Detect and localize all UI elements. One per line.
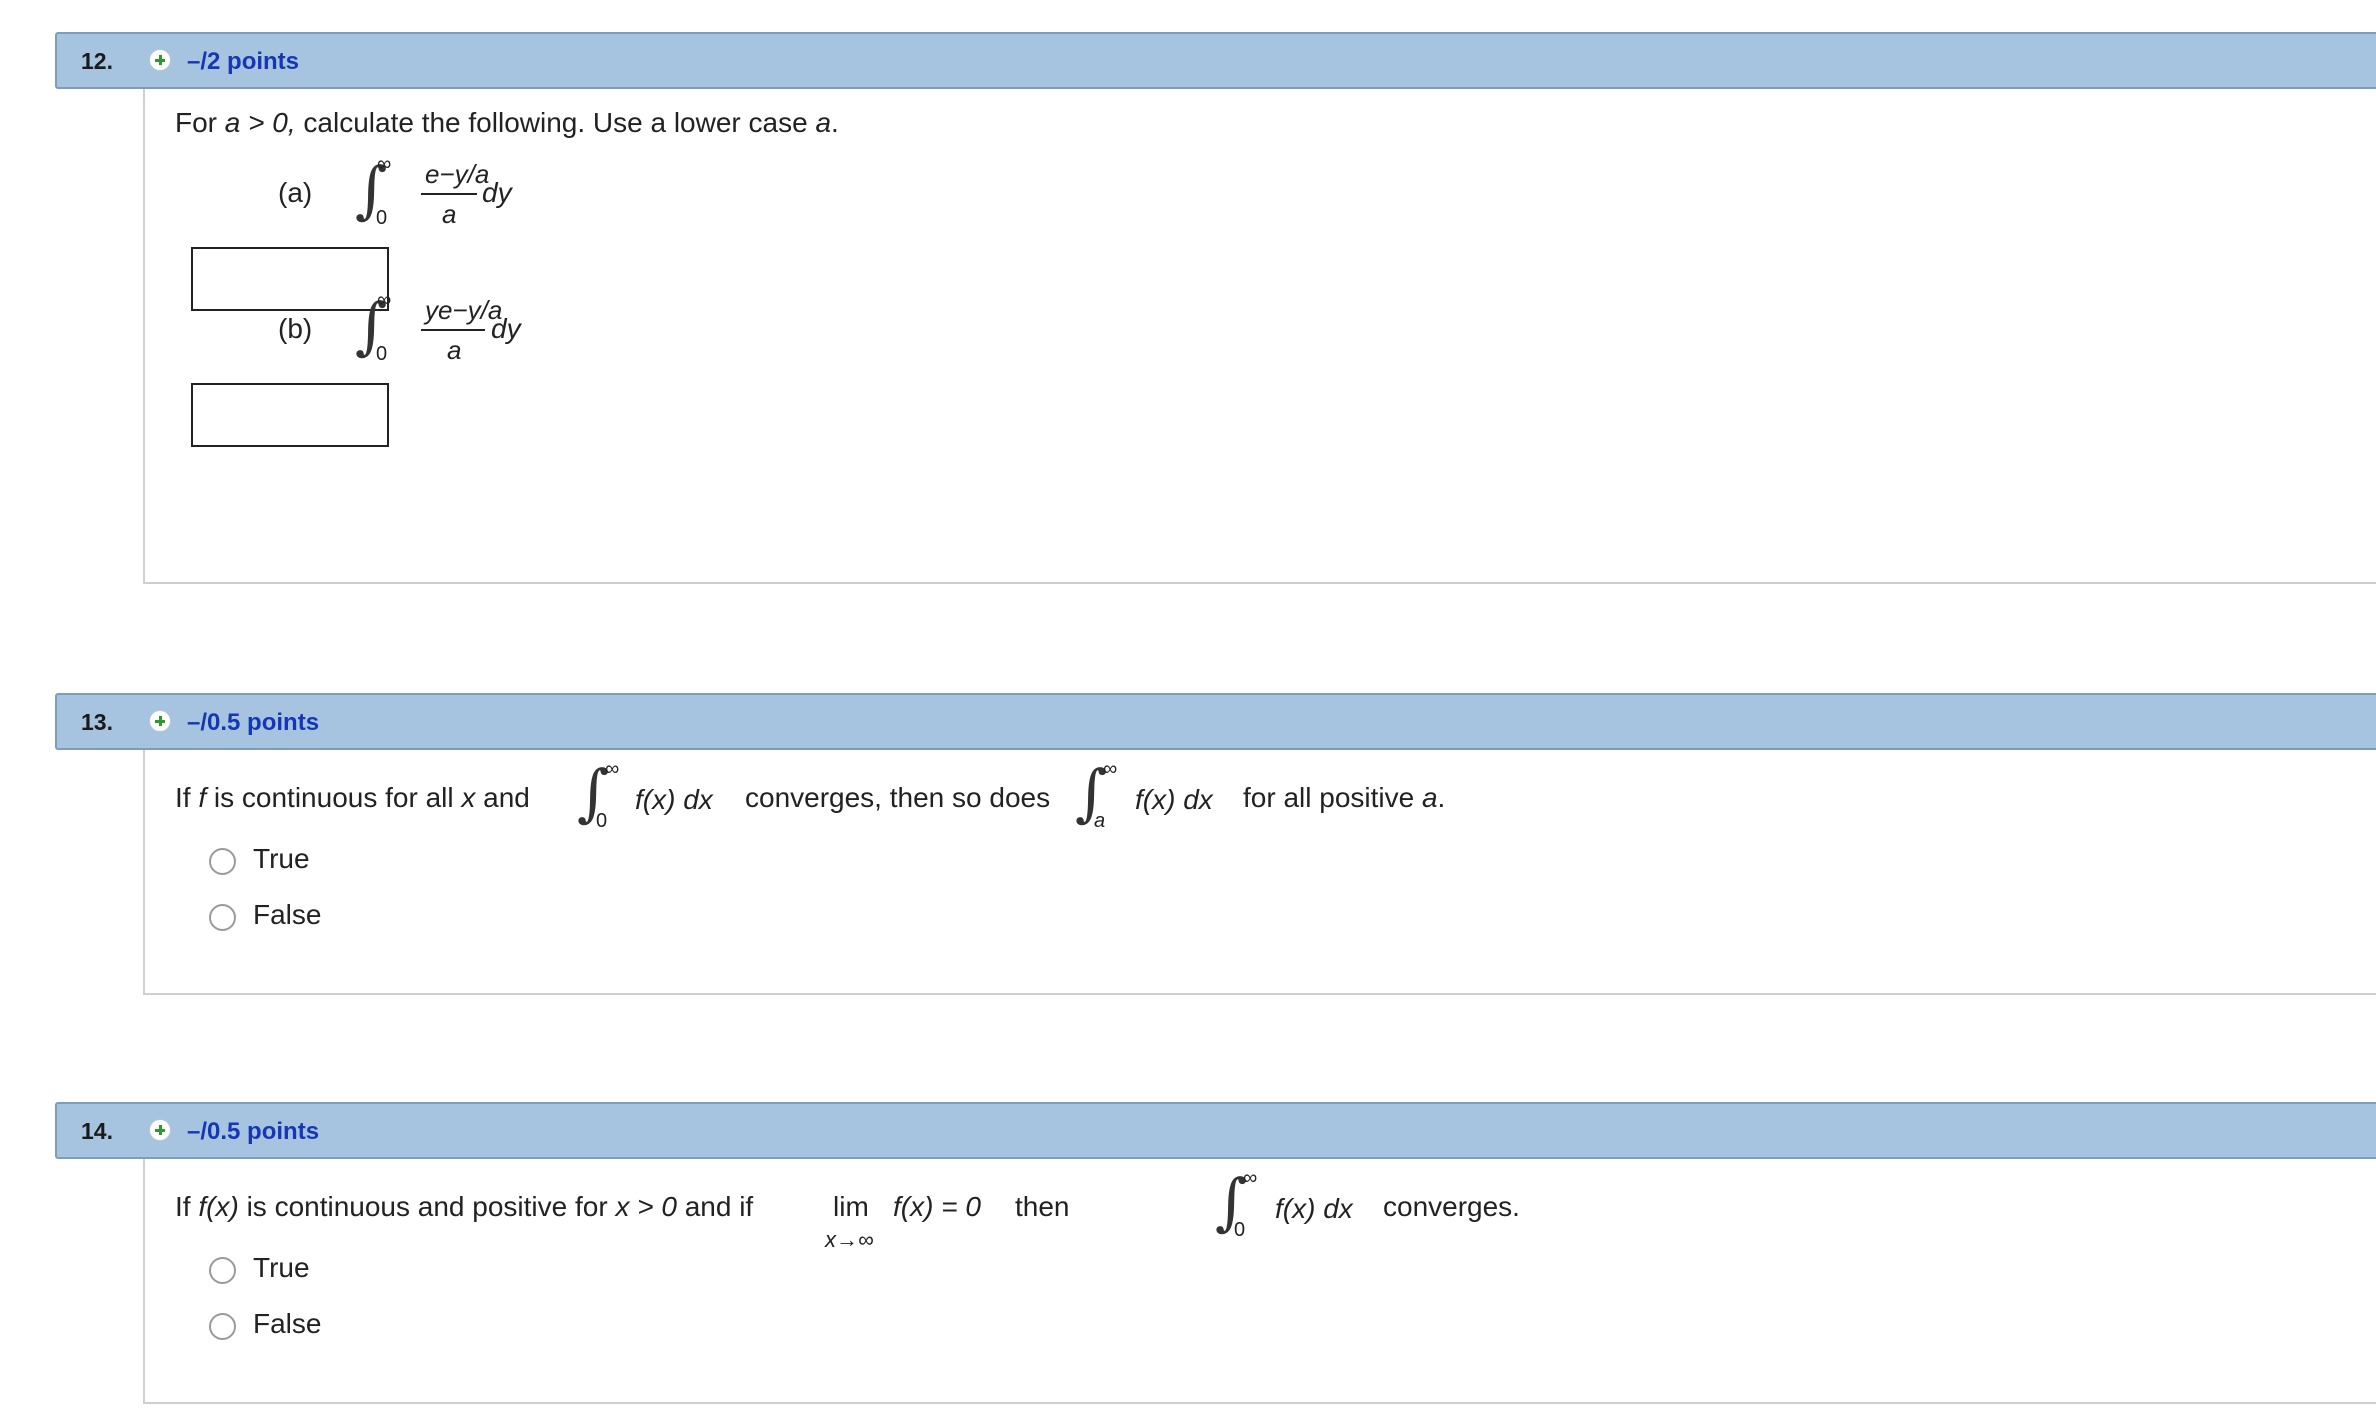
fraction-denominator: a	[442, 199, 457, 229]
radio-false[interactable]	[209, 904, 236, 931]
question-13-body: If f is continuous for all x and ∫ ∞ 0 f…	[143, 750, 2376, 995]
integral-expression: f(x) dx	[1135, 784, 1213, 815]
integral-upper-limit: ∞	[377, 289, 392, 311]
question-points[interactable]: –/0.5 points	[187, 1118, 319, 1146]
limit-expression: f(x) = 0	[893, 1191, 981, 1222]
question-12-prompt: For a > 0, calculate the following. Use …	[175, 107, 839, 138]
question-points[interactable]: –/2 points	[187, 48, 299, 76]
question-14-prompt-start: If f(x) is continuous and positive for x…	[175, 1191, 754, 1222]
question-13-header: 13. –/0.5 points	[55, 693, 2376, 750]
radio-true[interactable]	[209, 848, 236, 875]
question-number: 12.	[81, 48, 113, 74]
question-13-prompt-end: for all positive a.	[1243, 782, 1446, 813]
plus-icon[interactable]	[149, 1119, 171, 1141]
question-number: 13.	[81, 709, 113, 735]
question-number: 14.	[81, 1118, 113, 1144]
plus-icon[interactable]	[149, 49, 171, 71]
answer-input-b[interactable]	[191, 383, 389, 447]
integral-lower-limit: 0	[376, 207, 388, 229]
question-14-prompt-end: converges.	[1383, 1191, 1520, 1222]
fraction-numerator: e−y/a	[425, 159, 490, 189]
integral-upper-limit: ∞	[605, 758, 620, 780]
question-points[interactable]: –/0.5 points	[187, 709, 319, 737]
integral-upper-limit: ∞	[1243, 1167, 1258, 1189]
option-false-label[interactable]: False	[253, 1308, 321, 1340]
integral-lower-limit: 0	[596, 810, 608, 832]
part-a-label: (a)	[278, 177, 313, 208]
integral-lower-limit: 0	[1234, 1219, 1246, 1241]
option-true-label[interactable]: True	[253, 843, 310, 875]
question-14-header: 14. –/0.5 points	[55, 1102, 2376, 1159]
integral-lower-limit: 0	[376, 343, 388, 365]
question-13-prompt-middle: converges, then so does	[745, 782, 1051, 813]
question-12-body: For a > 0, calculate the following. Use …	[143, 89, 2376, 584]
question-14-body: If f(x) is continuous and positive for x…	[143, 1159, 2376, 1404]
plus-icon[interactable]	[149, 710, 171, 732]
fraction-denominator: a	[447, 335, 462, 365]
integral-differential: dy	[491, 313, 521, 344]
integral-expression: f(x) dx	[635, 784, 713, 815]
question-14-prompt-then: then	[1015, 1191, 1070, 1222]
integral-differential: dy	[482, 177, 512, 208]
fraction-bar	[421, 329, 485, 331]
part-b-label: (b)	[278, 313, 313, 344]
option-false-label[interactable]: False	[253, 899, 321, 931]
radio-false[interactable]	[209, 1313, 236, 1340]
integral-lower-limit: a	[1094, 810, 1106, 832]
question-13-prompt-start: If f is continuous for all x and	[175, 782, 530, 813]
limit-word: lim	[833, 1191, 869, 1222]
question-12-header: 12. –/2 points	[55, 32, 2376, 89]
integral-expression: f(x) dx	[1275, 1193, 1353, 1224]
limit-subscript: x→∞	[825, 1227, 874, 1252]
integral-upper-limit: ∞	[377, 153, 392, 175]
integral-upper-limit: ∞	[1103, 758, 1118, 780]
option-true-label[interactable]: True	[253, 1252, 310, 1284]
fraction-bar	[421, 193, 477, 195]
radio-true[interactable]	[209, 1257, 236, 1284]
